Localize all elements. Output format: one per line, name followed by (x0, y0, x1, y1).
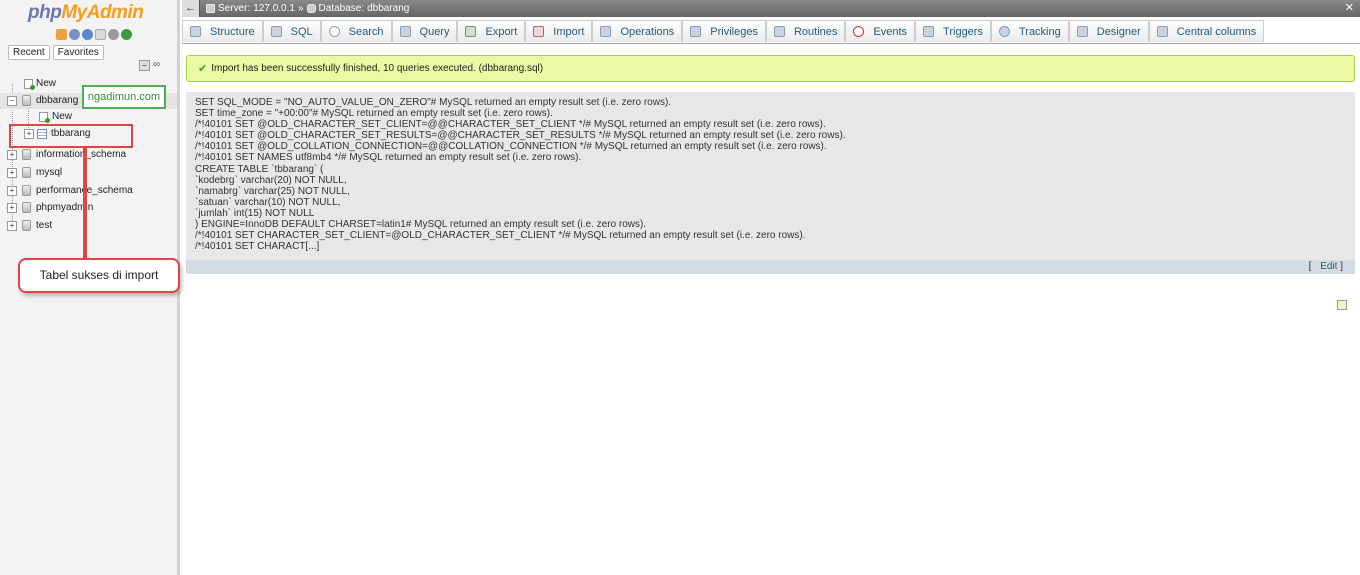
tab-query[interactable]: Query (391, 20, 458, 42)
expand-icon[interactable]: + (7, 203, 17, 213)
callout-connector (83, 147, 87, 259)
tree-item-new-table[interactable]: New (0, 109, 177, 125)
edit-bar: [ Edit ] (186, 260, 1355, 274)
home-icon[interactable] (56, 29, 67, 40)
tab-privileges[interactable]: Privileges (682, 20, 766, 42)
watermark-label: ngadimun.com (82, 85, 166, 109)
eye-icon (998, 26, 1010, 37)
routines-icon (773, 26, 785, 37)
tab-tracking[interactable]: Tracking (990, 20, 1069, 42)
database-icon (22, 95, 31, 106)
success-message: ✔ Import has been successfully finished,… (186, 55, 1355, 82)
tab-central-columns[interactable]: Central columns (1148, 20, 1265, 42)
export-icon (465, 26, 477, 37)
import-icon (533, 26, 545, 37)
sql-query-text: SET SQL_MODE = "NO_AUTO_VALUE_ON_ZERO"# … (195, 97, 846, 253)
database-icon (22, 185, 31, 196)
nav-icon-bar (56, 29, 132, 40)
table-highlight-box (9, 124, 133, 148)
structure-icon (190, 26, 201, 37)
search-icon (328, 26, 340, 37)
central-columns-icon (1156, 26, 1168, 37)
breadcrumb-server[interactable]: 127.0.0.1 (253, 0, 295, 17)
tab-sql[interactable]: SQL (262, 20, 321, 42)
tree-item-performance-schema[interactable]: + performance_schema (0, 183, 177, 199)
tab-export[interactable]: Export (457, 20, 526, 42)
tab-routines[interactable]: Routines (765, 20, 846, 42)
collapse-all-icon[interactable]: − (139, 60, 150, 71)
expand-icon[interactable]: + (7, 168, 17, 178)
tree-item-mysql[interactable]: + mysql (0, 165, 177, 181)
breadcrumb-separator: » (297, 3, 304, 14)
check-icon: ✔ (198, 63, 208, 75)
tree-controls: − ∞ (139, 60, 160, 71)
sql-icon (270, 26, 282, 37)
query-icon (399, 26, 411, 37)
menu-tabs: Structure SQL Search Query Export Import… (182, 19, 1360, 44)
tab-triggers[interactable]: Triggers (915, 20, 991, 42)
callout-bubble: Tabel sukses di import (18, 258, 180, 293)
close-icon[interactable]: ✕ (1345, 0, 1354, 17)
reload-icon[interactable] (121, 29, 132, 40)
tab-search[interactable]: Search (320, 20, 392, 42)
breadcrumb-server-label: Server: (218, 3, 251, 14)
settings-gear-icon[interactable] (108, 29, 119, 40)
logout-icon[interactable] (69, 29, 80, 40)
phpmyadmin-logo[interactable]: phpMyAdmin (28, 2, 144, 24)
tree-item-test[interactable]: + test (0, 218, 177, 234)
tab-designer[interactable]: Designer (1068, 20, 1149, 42)
tab-events[interactable]: Events (845, 20, 916, 42)
tree-item-information-schema[interactable]: + information_schema (0, 147, 177, 163)
breadcrumb-db-label: Database: (318, 3, 365, 14)
tab-operations[interactable]: Operations (592, 20, 683, 42)
sql-output: SET SQL_MODE = "NO_AUTO_VALUE_ON_ZERO"# … (186, 92, 1355, 260)
triggers-icon (923, 26, 935, 37)
tab-import[interactable]: Import (525, 20, 593, 42)
expand-icon[interactable]: + (7, 186, 17, 196)
tree-item-phpmyadmin[interactable]: + phpmyadmin (0, 200, 177, 216)
tab-structure[interactable]: Structure (182, 20, 263, 42)
database-icon (22, 149, 31, 160)
recent-tab[interactable]: Recent (8, 45, 50, 60)
expand-icon[interactable]: + (7, 150, 17, 160)
breadcrumb: Server: 127.0.0.1 » Database: dbbarang (206, 0, 409, 17)
database-icon (22, 167, 31, 178)
designer-icon (1076, 26, 1088, 37)
clock-icon (853, 26, 865, 37)
database-icon (22, 202, 31, 213)
favorites-tab[interactable]: Favorites (52, 45, 104, 60)
docs-icon[interactable] (95, 29, 106, 40)
nav-tabs: Recent Favorites (8, 45, 104, 60)
new-db-icon (24, 79, 35, 90)
new-table-icon (39, 112, 50, 123)
breadcrumb-bar: ← Server: 127.0.0.1 » Database: dbbarang… (182, 0, 1360, 17)
back-arrow-icon[interactable]: ← (182, 0, 200, 17)
collapse-icon[interactable]: − (7, 96, 17, 106)
link-chain-icon[interactable]: ∞ (153, 60, 160, 71)
database-icon (22, 220, 31, 231)
breadcrumb-database[interactable]: dbbarang (367, 0, 409, 17)
console-icon[interactable] (1337, 300, 1347, 310)
users-icon (690, 26, 702, 37)
database-icon (306, 4, 316, 13)
help-icon[interactable] (82, 29, 93, 40)
server-icon (206, 4, 215, 13)
success-text: Import has been successfully finished, 1… (211, 63, 544, 74)
edit-link[interactable]: Edit (1320, 261, 1337, 272)
wrench-icon (600, 26, 612, 37)
expand-icon[interactable]: + (7, 221, 17, 231)
